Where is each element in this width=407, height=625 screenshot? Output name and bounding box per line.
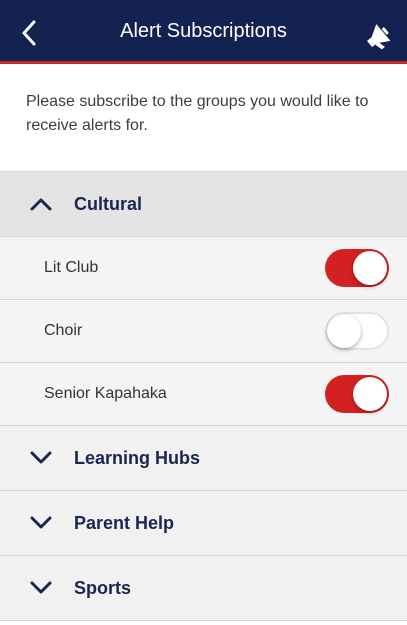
page-title-text: Alert Subscriptions (120, 20, 287, 42)
choir-toggle[interactable] (325, 312, 389, 350)
group-header-learning-hubs[interactable]: Learning Hubs (0, 425, 407, 491)
chevron-left-icon (22, 20, 36, 46)
list-item-choir: Choir (0, 300, 407, 363)
megaphone-button[interactable] (361, 20, 395, 54)
page-title: Alert Subscriptions (0, 0, 407, 64)
chevron-up-icon (28, 194, 54, 214)
list-item-senior-kapahaka: Senior Kapahaka (0, 363, 407, 426)
toggle-knob (327, 314, 361, 348)
group-label: Cultural (74, 193, 143, 214)
chevron-down-icon (28, 448, 54, 468)
toggle-knob (353, 251, 387, 285)
intro-text: Please subscribe to the groups you would… (26, 93, 369, 134)
back-button[interactable] (14, 18, 44, 48)
group-header-sports[interactable]: Sports (0, 555, 407, 621)
subscription-list: Cultural Lit Club Choir Senior Kapahaka … (0, 171, 407, 621)
chevron-down-icon (28, 513, 54, 533)
senior-kapahaka-toggle[interactable] (325, 375, 389, 413)
navbar: Alert Subscriptions (0, 0, 407, 64)
group-label: Parent Help (74, 512, 175, 533)
group-header-cultural[interactable]: Cultural (0, 171, 407, 237)
chevron-down-icon (28, 578, 54, 598)
group-label: Learning Hubs (74, 447, 201, 468)
list-item-lit-club: Lit Club (0, 237, 407, 300)
item-label: Choir (44, 322, 83, 339)
megaphone-icon (367, 24, 391, 50)
item-label: Lit Club (44, 259, 99, 276)
item-label: Senior Kapahaka (44, 385, 167, 402)
group-label: Sports (74, 577, 132, 598)
toggle-knob (353, 377, 387, 411)
lit-club-toggle[interactable] (325, 249, 389, 287)
group-header-parent-help[interactable]: Parent Help (0, 490, 407, 556)
